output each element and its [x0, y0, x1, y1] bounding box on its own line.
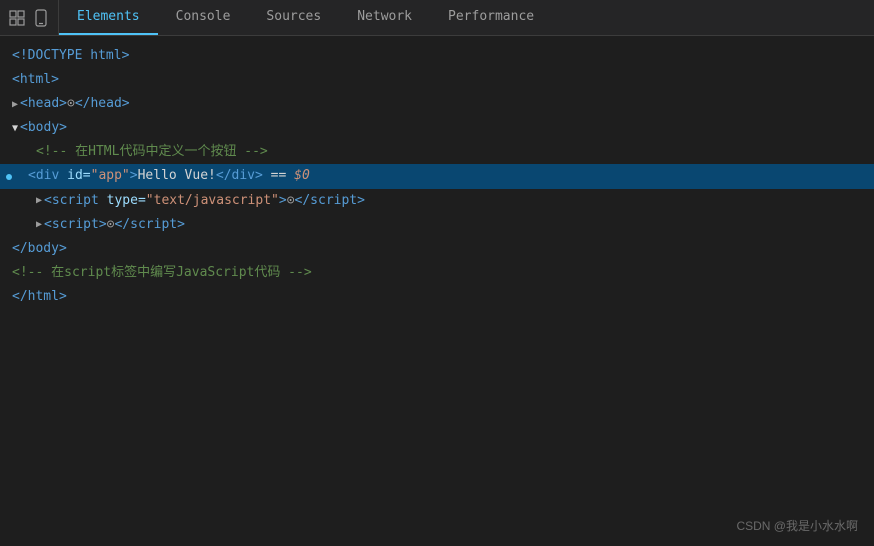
- line-html-close: </html>: [0, 285, 874, 309]
- line-doctype: <!DOCTYPE html>: [0, 44, 874, 68]
- devtools-toolbar: Elements Console Sources Network Perform…: [0, 0, 874, 36]
- tab-console[interactable]: Console: [158, 0, 249, 35]
- expand-body-icon[interactable]: ▼: [12, 120, 18, 137]
- dot-indicator: [6, 174, 12, 180]
- expand-head-icon[interactable]: ▶: [12, 96, 18, 113]
- expand-script1-icon[interactable]: ▶: [36, 192, 42, 209]
- tab-list: Elements Console Sources Network Perform…: [59, 0, 552, 35]
- line-script-1[interactable]: ▶ <script type="text/javascript" >⊙</scr…: [0, 189, 874, 213]
- line-comment-2: <!-- 在script标签中编写JavaScript代码 -->: [0, 261, 874, 285]
- toolbar-icon-group: [0, 0, 59, 35]
- line-div-selected[interactable]: <div id="app" > Hello Vue! </div> == $0: [0, 164, 874, 188]
- line-body-open: ▼ <body>: [0, 116, 874, 140]
- line-comment-1: <!-- 在HTML代码中定义一个按钮 -->: [0, 140, 874, 164]
- line-head[interactable]: ▶ <head>⊙</head>: [0, 92, 874, 116]
- tab-performance[interactable]: Performance: [430, 0, 552, 35]
- cursor-icon[interactable]: [8, 9, 26, 27]
- line-script-2[interactable]: ▶ <script>⊙</script>: [0, 213, 874, 237]
- mobile-icon[interactable]: [32, 9, 50, 27]
- watermark: CSDN @我是小水水啊: [736, 517, 858, 534]
- expand-script2-icon[interactable]: ▶: [36, 216, 42, 233]
- tab-elements[interactable]: Elements: [59, 0, 158, 35]
- line-html-open: <html>: [0, 68, 874, 92]
- tab-network[interactable]: Network: [339, 0, 430, 35]
- elements-panel: <!DOCTYPE html> <html> ▶ <head>⊙</head> …: [0, 36, 874, 546]
- line-body-close: </body>: [0, 237, 874, 261]
- tab-sources[interactable]: Sources: [248, 0, 339, 35]
